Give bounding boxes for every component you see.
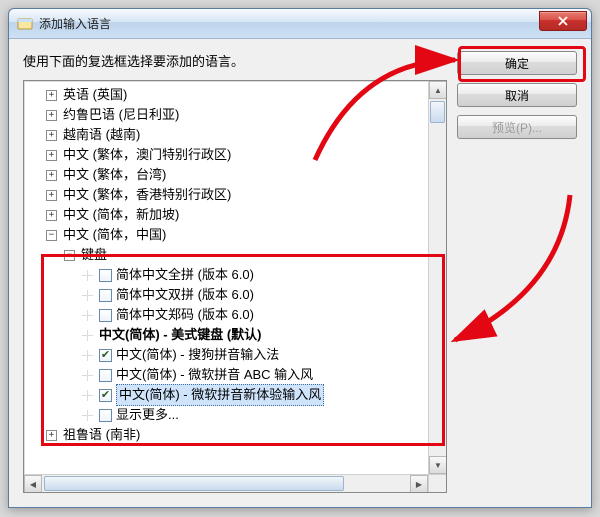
- expand-icon[interactable]: +: [46, 210, 57, 221]
- tree-row[interactable]: 简体中文郑码 (版本 6.0): [28, 305, 428, 325]
- tree-item-label[interactable]: 中文(简体) - 搜狗拼音输入法: [116, 345, 279, 365]
- tree-connector-icon: [82, 350, 93, 361]
- language-tree-container: + 英语 (英国) + 约鲁巴语 (尼日利亚) + 越南语 (越南) + 中文 (繁体，澳门特…: [23, 80, 447, 493]
- expand-icon[interactable]: +: [46, 130, 57, 141]
- checkbox[interactable]: [99, 269, 112, 282]
- language-tree[interactable]: + 英语 (英国) + 约鲁巴语 (尼日利亚) + 越南语 (越南) + 中文 (繁体，澳门特…: [24, 81, 428, 474]
- tree-connector-icon: [82, 270, 93, 281]
- dialog-content: 使用下面的复选框选择要添加的语言。 + 英语 (英国) + 约鲁巴语 (尼日利亚) + 越…: [9, 39, 591, 507]
- tree-item-label[interactable]: 英语 (英国): [63, 85, 127, 105]
- tree-row[interactable]: + 中文 (繁体，香港特别行政区): [28, 185, 428, 205]
- scroll-up-icon[interactable]: ▲: [429, 81, 447, 99]
- collapse-icon[interactable]: −: [46, 230, 57, 241]
- tree-connector-icon: [82, 290, 93, 301]
- instruction-text: 使用下面的复选框选择要添加的语言。: [23, 51, 447, 70]
- titlebar[interactable]: 添加输入语言: [9, 9, 591, 39]
- window-title: 添加输入语言: [39, 15, 111, 32]
- tree-row[interactable]: + 越南语 (越南): [28, 125, 428, 145]
- tree-connector-icon: [82, 390, 93, 401]
- horizontal-scrollbar[interactable]: ◀ ▶: [24, 474, 428, 492]
- tree-item-label[interactable]: 中文 (简体，新加坡): [63, 205, 179, 225]
- expand-icon[interactable]: +: [46, 110, 57, 121]
- tree-row[interactable]: + 英语 (英国): [28, 85, 428, 105]
- tree-item-label[interactable]: 中文 (繁体，澳门特别行政区): [63, 145, 231, 165]
- scroll-right-icon[interactable]: ▶: [410, 475, 428, 493]
- expand-icon[interactable]: +: [46, 90, 57, 101]
- scroll-left-icon[interactable]: ◀: [24, 475, 42, 493]
- scroll-thumb-h[interactable]: [44, 476, 344, 491]
- tree-row[interactable]: ✔ 中文(简体) - 微软拼音新体验输入风: [28, 385, 428, 405]
- tree-item-label[interactable]: 约鲁巴语 (尼日利亚): [63, 105, 179, 125]
- tree-item-label[interactable]: 越南语 (越南): [63, 125, 140, 145]
- tree-item-label[interactable]: 中文 (简体，中国): [63, 225, 166, 245]
- tree-item-label[interactable]: 显示更多...: [116, 405, 179, 425]
- tree-item-label[interactable]: 键盘: [81, 245, 107, 265]
- left-pane: 使用下面的复选框选择要添加的语言。 + 英语 (英国) + 约鲁巴语 (尼日利亚) + 越…: [23, 51, 447, 493]
- tree-row[interactable]: + 祖鲁语 (南非): [28, 425, 428, 445]
- scroll-track-h[interactable]: [42, 475, 410, 492]
- tree-row[interactable]: 中文(简体) - 美式键盘 (默认): [28, 325, 428, 345]
- ok-button[interactable]: 确定: [457, 51, 577, 75]
- close-icon: [558, 16, 568, 26]
- checkbox[interactable]: [99, 309, 112, 322]
- tree-item-label[interactable]: 中文(简体) - 美式键盘 (默认): [99, 325, 261, 345]
- tree-connector-icon: [82, 370, 93, 381]
- scroll-thumb-v[interactable]: [430, 101, 445, 123]
- tree-row[interactable]: + 中文 (繁体，台湾): [28, 165, 428, 185]
- tree-item-label[interactable]: 中文 (繁体，香港特别行政区): [63, 185, 231, 205]
- tree-row[interactable]: −中文 (简体，中国): [28, 225, 428, 245]
- right-pane: 确定 取消 预览(P)...: [457, 51, 577, 493]
- tree-row[interactable]: ✔ 中文(简体) - 搜狗拼音输入法: [28, 345, 428, 365]
- tree-connector-icon: [82, 330, 93, 341]
- tree-item-label[interactable]: 简体中文全拼 (版本 6.0): [116, 265, 254, 285]
- tree-item-label[interactable]: 中文 (繁体，台湾): [63, 165, 166, 185]
- tree-row[interactable]: 显示更多...: [28, 405, 428, 425]
- tree-item-label[interactable]: 简体中文双拼 (版本 6.0): [116, 285, 254, 305]
- scroll-corner: [428, 474, 446, 492]
- tree-connector-icon: [82, 310, 93, 321]
- tree-item-label[interactable]: 祖鲁语 (南非): [63, 425, 140, 445]
- expand-icon[interactable]: +: [46, 170, 57, 181]
- expand-icon[interactable]: +: [46, 150, 57, 161]
- tree-row[interactable]: + 约鲁巴语 (尼日利亚): [28, 105, 428, 125]
- collapse-icon[interactable]: −: [64, 250, 75, 261]
- tree-row[interactable]: + 中文 (繁体，澳门特别行政区): [28, 145, 428, 165]
- tree-row[interactable]: + 中文 (简体，新加坡): [28, 205, 428, 225]
- tree-row[interactable]: −键盘: [28, 245, 428, 265]
- checkbox[interactable]: ✔: [99, 349, 112, 362]
- scroll-track-v[interactable]: [429, 99, 446, 456]
- tree-row[interactable]: 简体中文全拼 (版本 6.0): [28, 265, 428, 285]
- window-title-extra: [119, 17, 136, 31]
- vertical-scrollbar[interactable]: ▲ ▼: [428, 81, 446, 474]
- expand-icon[interactable]: +: [46, 430, 57, 441]
- tree-row[interactable]: 简体中文双拼 (版本 6.0): [28, 285, 428, 305]
- tree-row[interactable]: 中文(简体) - 微软拼音 ABC 输入风: [28, 365, 428, 385]
- cancel-button[interactable]: 取消: [457, 83, 577, 107]
- checkbox[interactable]: [99, 409, 112, 422]
- app-icon: [17, 16, 33, 32]
- dialog-window: 添加输入语言 使用下面的复选框选择要添加的语言。 + 英语 (英国) + 约鲁巴语 (…: [8, 8, 592, 508]
- checkbox[interactable]: [99, 369, 112, 382]
- tree-item-label[interactable]: 中文(简体) - 微软拼音新体验输入风: [116, 384, 324, 406]
- tree-connector-icon: [82, 410, 93, 421]
- close-button[interactable]: [539, 11, 587, 31]
- tree-item-label[interactable]: 简体中文郑码 (版本 6.0): [116, 305, 254, 325]
- checkbox[interactable]: [99, 289, 112, 302]
- checkbox[interactable]: ✔: [99, 389, 112, 402]
- expand-icon[interactable]: +: [46, 190, 57, 201]
- scroll-down-icon[interactable]: ▼: [429, 456, 447, 474]
- preview-button[interactable]: 预览(P)...: [457, 115, 577, 139]
- tree-item-label[interactable]: 中文(简体) - 微软拼音 ABC 输入风: [116, 365, 313, 385]
